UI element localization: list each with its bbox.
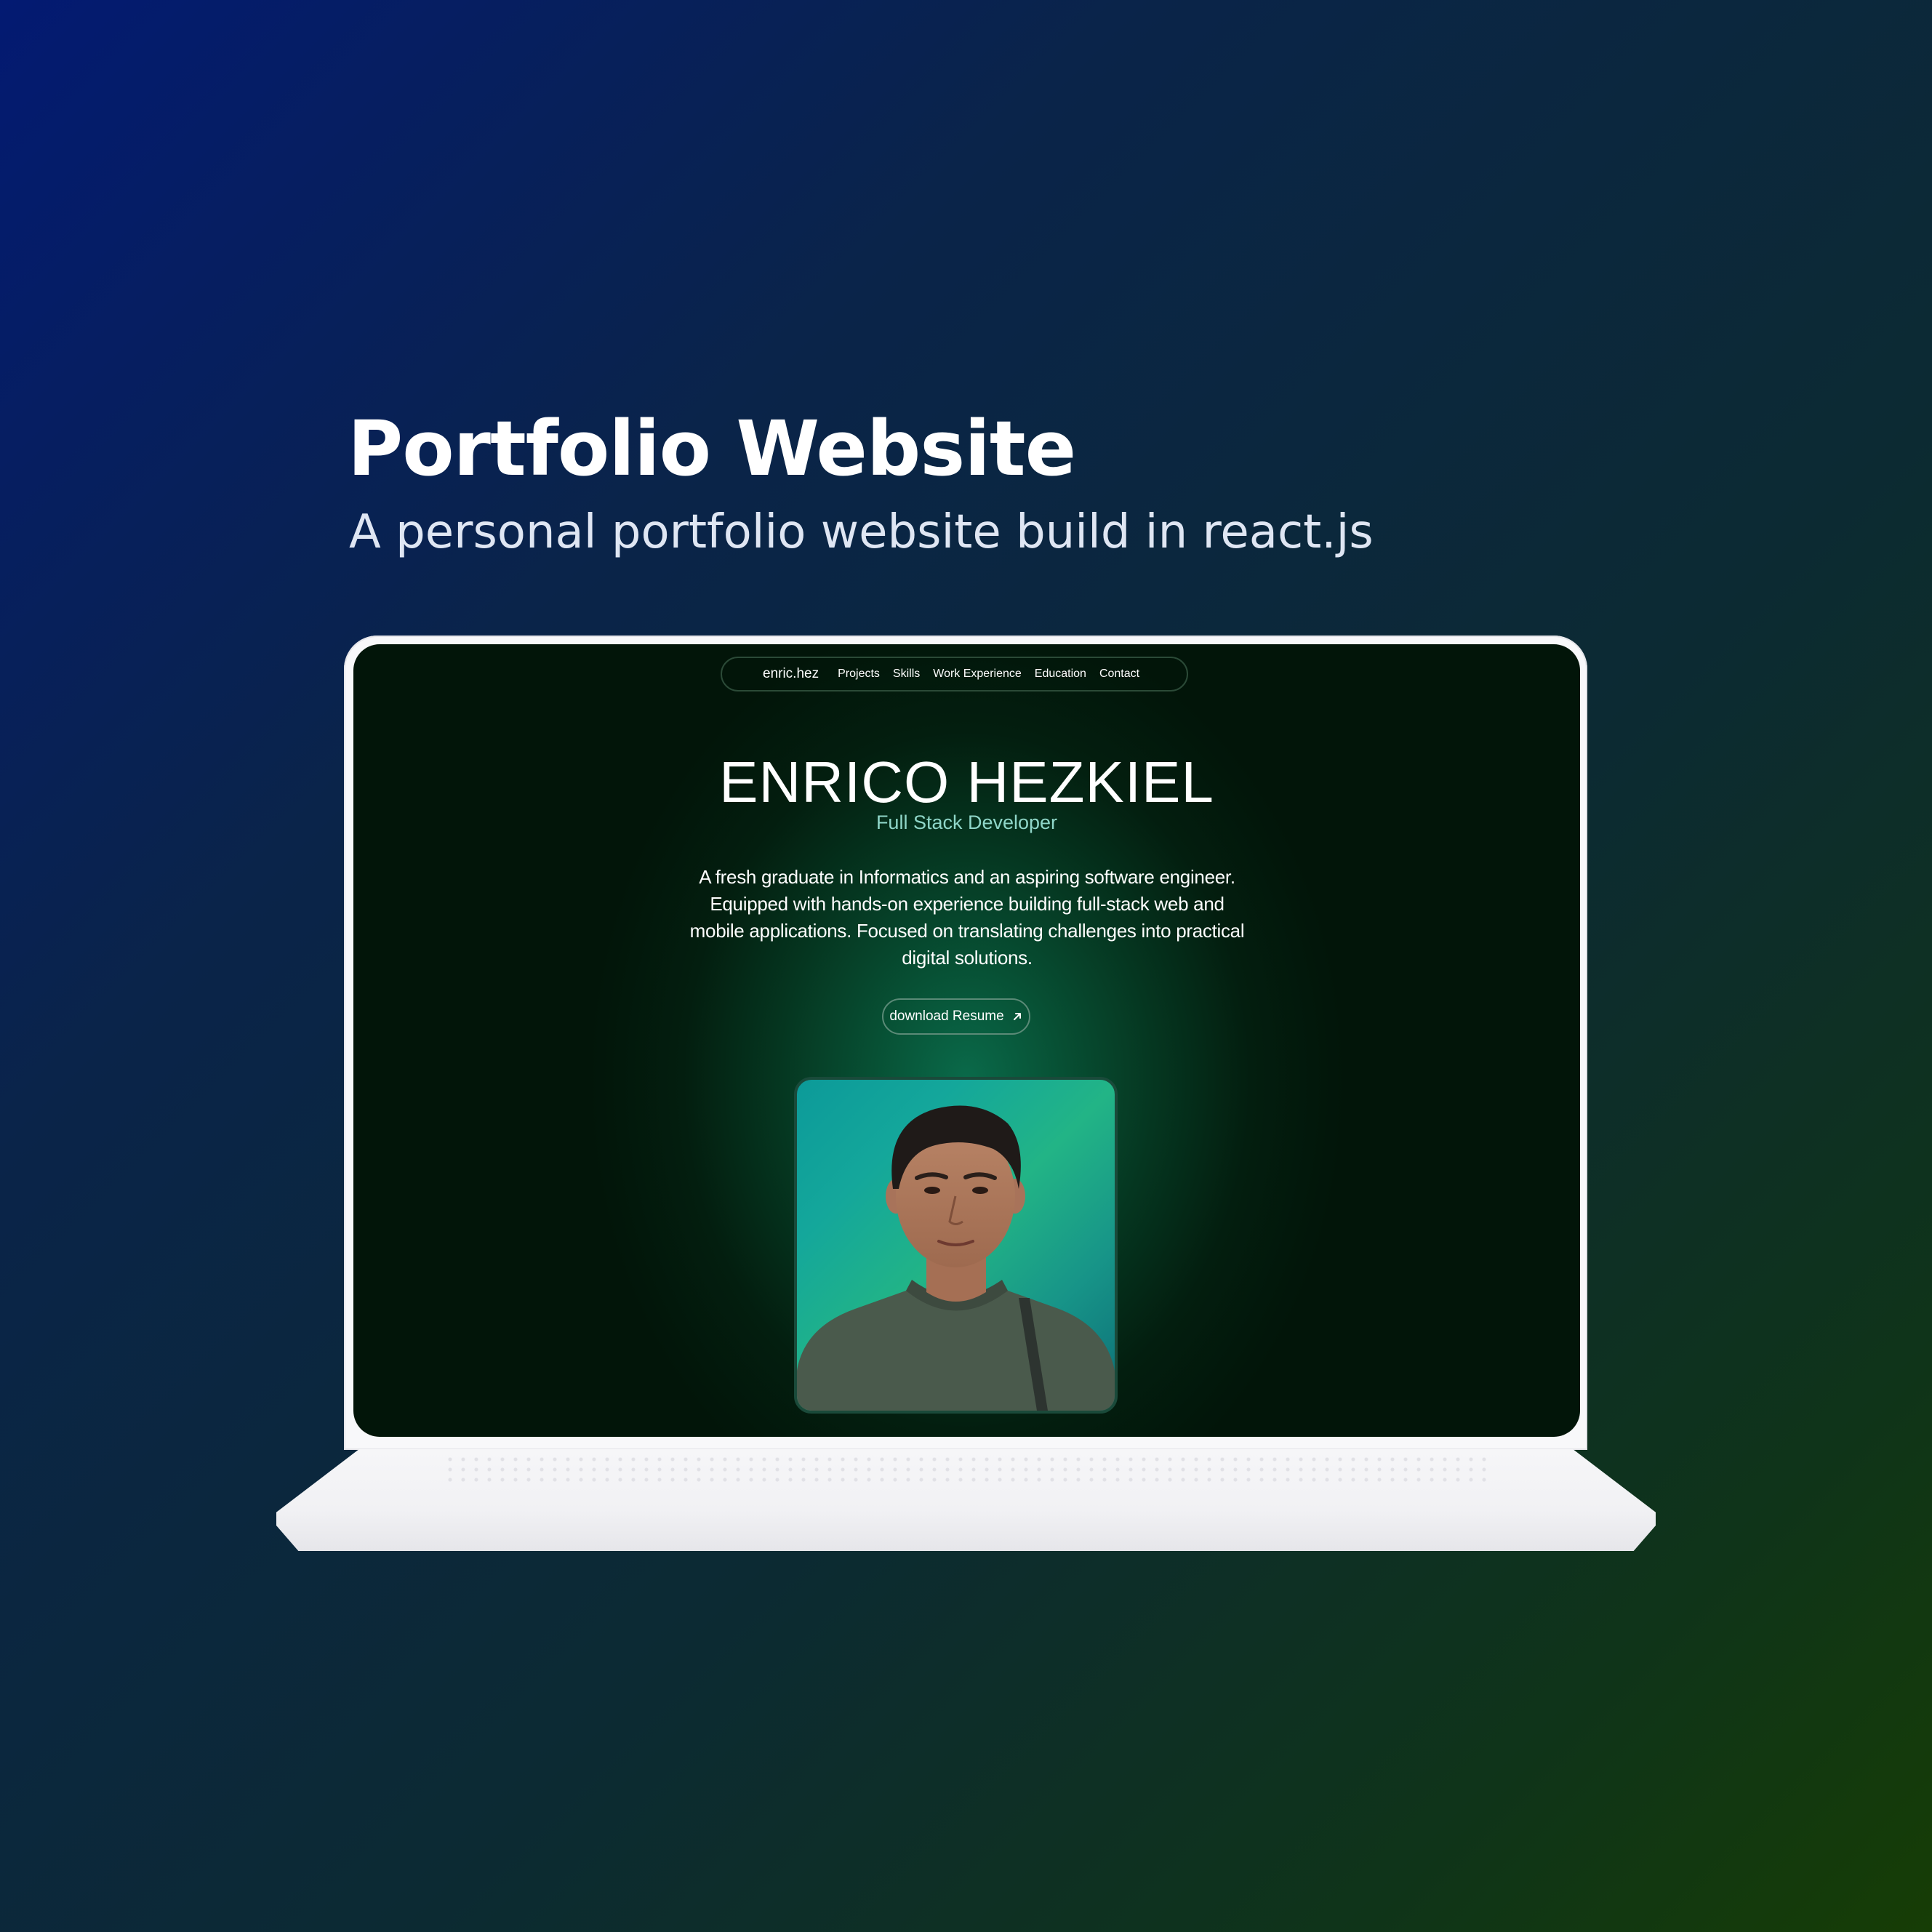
download-resume-label: download Resume	[889, 1009, 1004, 1024]
site-hero-bio: A fresh graduate in Informatics and an a…	[689, 866, 1245, 969]
nav-brand-logo[interactable]: enric.hez	[763, 666, 819, 682]
nav-link-skills[interactable]: Skills	[893, 668, 920, 681]
site-hero-role: Full Stack Developer	[875, 811, 1058, 833]
profile-photo	[794, 1077, 1118, 1414]
laptop-keyboard	[444, 1454, 1491, 1488]
nav-link-projects[interactable]: Projects	[838, 668, 880, 681]
page-subtitle: A personal portfolio website build in re…	[349, 505, 1374, 559]
site-navbar: enric.hez Projects Skills Work Experienc…	[721, 657, 1188, 692]
nav-link-education[interactable]: Education	[1035, 668, 1086, 681]
download-resume-button[interactable]: download Resume	[882, 998, 1030, 1035]
page-title: Portfolio Website	[348, 404, 1076, 493]
nav-link-contact[interactable]: Contact	[1099, 668, 1139, 681]
site-hero-name: ENRICO HEZKIEL	[719, 750, 1214, 814]
arrow-up-right-icon	[1013, 1013, 1021, 1020]
laptop-screen: enric.hez Projects Skills Work Experienc…	[353, 644, 1580, 1437]
nav-link-work-experience[interactable]: Work Experience	[933, 668, 1022, 681]
